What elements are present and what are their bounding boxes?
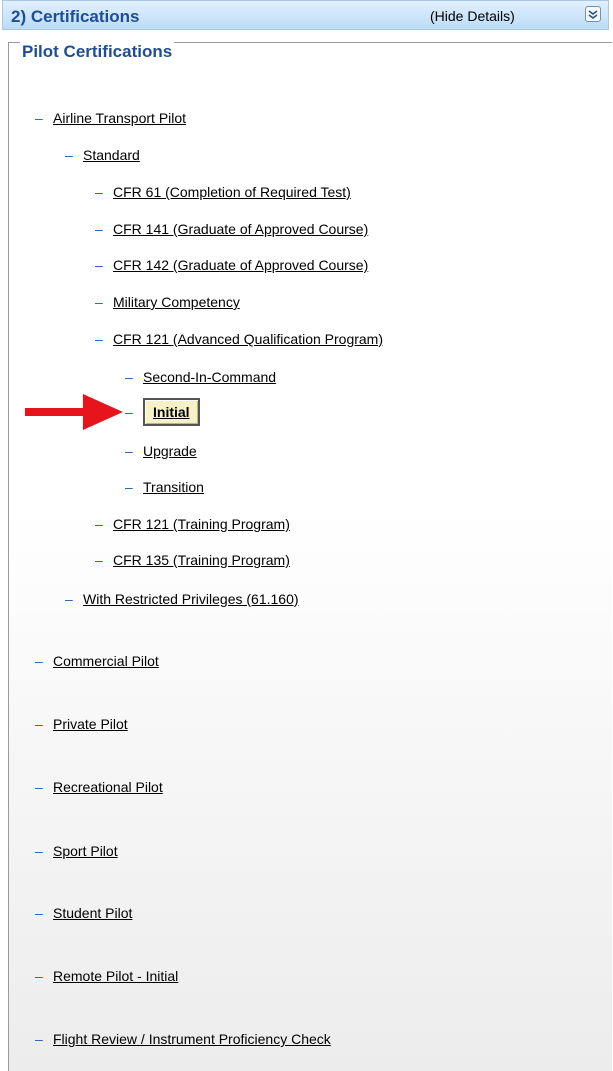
- tree-dash: –: [35, 653, 43, 669]
- tree-item-atp: – Airline Transport Pilot: [35, 110, 186, 126]
- tree-link-flight-review[interactable]: Flight Review / Instrument Proficiency C…: [53, 1031, 331, 1047]
- tree-link-atp[interactable]: Airline Transport Pilot: [53, 110, 186, 126]
- collapse-button[interactable]: [585, 6, 601, 22]
- tree-dash: –: [95, 516, 103, 532]
- tree-dash: –: [125, 479, 133, 495]
- tree-item-upgrade: – Upgrade: [125, 443, 197, 459]
- tree-item-remote: – Remote Pilot - Initial: [35, 968, 178, 984]
- tree-item-military: – Military Competency: [95, 294, 240, 310]
- tree-item-standard: – Standard: [65, 147, 140, 163]
- tree-item-recreational: – Recreational Pilot: [35, 779, 163, 795]
- tree-item-restricted: – With Restricted Privileges (61.160): [65, 591, 299, 607]
- tree-link-sport[interactable]: Sport Pilot: [53, 843, 118, 859]
- tree-item-cfr142: – CFR 142 (Graduate of Approved Course): [95, 257, 368, 273]
- tree-dash: –: [95, 294, 103, 310]
- tree-link-cfr142[interactable]: CFR 142 (Graduate of Approved Course): [113, 257, 368, 273]
- tree-dash: –: [125, 369, 133, 385]
- tree-link-military[interactable]: Military Competency: [113, 294, 240, 310]
- tree-link-commercial[interactable]: Commercial Pilot: [53, 653, 159, 669]
- tree-item-commercial: – Commercial Pilot: [35, 653, 159, 669]
- tree-dash: –: [65, 591, 73, 607]
- section-title: 2) Certifications: [11, 7, 140, 26]
- red-arrow-icon: [25, 394, 123, 430]
- tree-dash: –: [95, 221, 103, 237]
- tree-link-remote[interactable]: Remote Pilot - Initial: [53, 968, 178, 984]
- tree-dash: –: [35, 843, 43, 859]
- tree-link-upgrade[interactable]: Upgrade: [143, 443, 197, 459]
- tree-link-recreational[interactable]: Recreational Pilot: [53, 779, 163, 795]
- tree-link-student[interactable]: Student Pilot: [53, 905, 132, 921]
- tree-link-sic[interactable]: Second-In-Command: [143, 369, 276, 385]
- tree-dash: –: [95, 184, 103, 200]
- tree-link-restricted[interactable]: With Restricted Privileges (61.160): [83, 591, 299, 607]
- tree-dash: –: [35, 110, 43, 126]
- tree-item-flight-review: – Flight Review / Instrument Proficiency…: [35, 1031, 331, 1047]
- tree-dash: –: [95, 331, 103, 347]
- tree-link-cfr141[interactable]: CFR 141 (Graduate of Approved Course): [113, 221, 368, 237]
- tree-item-transition: – Transition: [125, 479, 204, 495]
- tree-dash: –: [125, 404, 133, 420]
- hide-details-link[interactable]: (Hide Details): [430, 8, 515, 24]
- tree-item-cfr121-tp: – CFR 121 (Training Program): [95, 516, 290, 532]
- tree-dash: –: [35, 905, 43, 921]
- tree-dash: –: [35, 968, 43, 984]
- tree-item-cfr135-tp: – CFR 135 (Training Program): [95, 552, 290, 568]
- chevron-double-up-icon: [588, 10, 598, 19]
- tree-dash: –: [125, 443, 133, 459]
- tree-item-initial: – Initial: [125, 398, 200, 426]
- tree-item-sport: – Sport Pilot: [35, 843, 118, 859]
- tree-item-cfr121-aqp: – CFR 121 (Advanced Qualification Progra…: [95, 331, 383, 347]
- tree-dash: –: [35, 779, 43, 795]
- tree-link-cfr121-aqp[interactable]: CFR 121 (Advanced Qualification Program): [113, 331, 383, 347]
- tree-link-private[interactable]: Private Pilot: [53, 716, 128, 732]
- tree-link-cfr135-tp[interactable]: CFR 135 (Training Program): [113, 552, 290, 568]
- tree-dash: –: [95, 257, 103, 273]
- tree-item-sic: – Second-In-Command: [125, 369, 276, 385]
- tree-link-transition[interactable]: Transition: [143, 479, 204, 495]
- tree-item-cfr141: – CFR 141 (Graduate of Approved Course): [95, 221, 368, 237]
- tree-item-student: – Student Pilot: [35, 905, 132, 921]
- tree-link-initial-selected[interactable]: Initial: [143, 398, 200, 426]
- tree-link-cfr61[interactable]: CFR 61 (Completion of Required Test): [113, 184, 351, 200]
- tree-dash: –: [95, 552, 103, 568]
- tree-dash: –: [65, 147, 73, 163]
- tree-item-private: – Private Pilot: [35, 716, 128, 732]
- panel-legend: Pilot Certifications: [20, 42, 175, 62]
- tree-link-standard[interactable]: Standard: [83, 147, 140, 163]
- tree-dash: –: [35, 716, 43, 732]
- tree-dash: –: [35, 1031, 43, 1047]
- section-header: 2) Certifications (Hide Details): [2, 0, 609, 30]
- tree-link-cfr121-tp[interactable]: CFR 121 (Training Program): [113, 516, 290, 532]
- tree-item-cfr61: – CFR 61 (Completion of Required Test): [95, 184, 351, 200]
